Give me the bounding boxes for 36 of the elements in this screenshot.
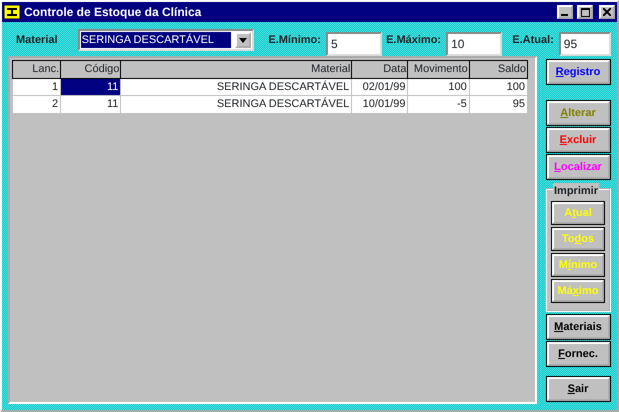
table-cell[interactable]: 11	[60, 78, 121, 96]
group-title: Imprimir	[553, 183, 600, 200]
maximize-icon	[580, 8, 590, 16]
maximize-button[interactable]	[577, 5, 593, 19]
current-stock-label: E.Atual:	[511, 32, 555, 48]
table-cell[interactable]: -5	[408, 96, 470, 113]
minimize-button[interactable]	[557, 5, 573, 19]
close-icon	[603, 8, 611, 16]
maximum-stock-field[interactable]: 10	[446, 32, 502, 56]
column-header: Movimento	[408, 60, 470, 78]
close-button[interactable]	[599, 5, 615, 19]
button[interactable]: Materiais	[546, 315, 610, 339]
material-dropdown[interactable]: SERINGA DESCARTÁVEL	[78, 29, 254, 51]
material-label: Material	[15, 32, 59, 48]
table-cell[interactable]: 100	[408, 78, 470, 96]
table-cell[interactable]: 2	[12, 96, 61, 113]
table-cell[interactable]: 02/01/99	[352, 78, 408, 96]
table-cell[interactable]: 1	[12, 78, 61, 96]
current-stock-field[interactable]: 95	[558, 32, 611, 56]
button[interactable]: Fornec.	[546, 342, 610, 366]
window-title: Controle de Estoque da Clínica	[24, 4, 202, 21]
column-header: Código	[60, 60, 121, 78]
button[interactable]: Registro	[546, 60, 610, 84]
column-header: Material	[120, 60, 352, 78]
column-header: Lanc.	[12, 60, 61, 78]
minimum-stock-field[interactable]: 5	[326, 32, 382, 56]
table-cell[interactable]: SERINGA DESCARTÁVEL	[120, 96, 352, 113]
table-cell[interactable]: 100	[469, 78, 528, 96]
table-cell[interactable]: 10/01/99	[352, 96, 408, 113]
app-icon	[4, 5, 20, 19]
column-header: Saldo	[469, 60, 528, 78]
column-header: Data	[352, 60, 408, 78]
table-cell[interactable]: SERINGA DESCARTÁVEL	[120, 78, 352, 96]
table-cell[interactable]: 11	[60, 96, 121, 113]
table-cell[interactable]: 95	[469, 96, 528, 113]
button[interactable]: Sair	[546, 377, 610, 401]
